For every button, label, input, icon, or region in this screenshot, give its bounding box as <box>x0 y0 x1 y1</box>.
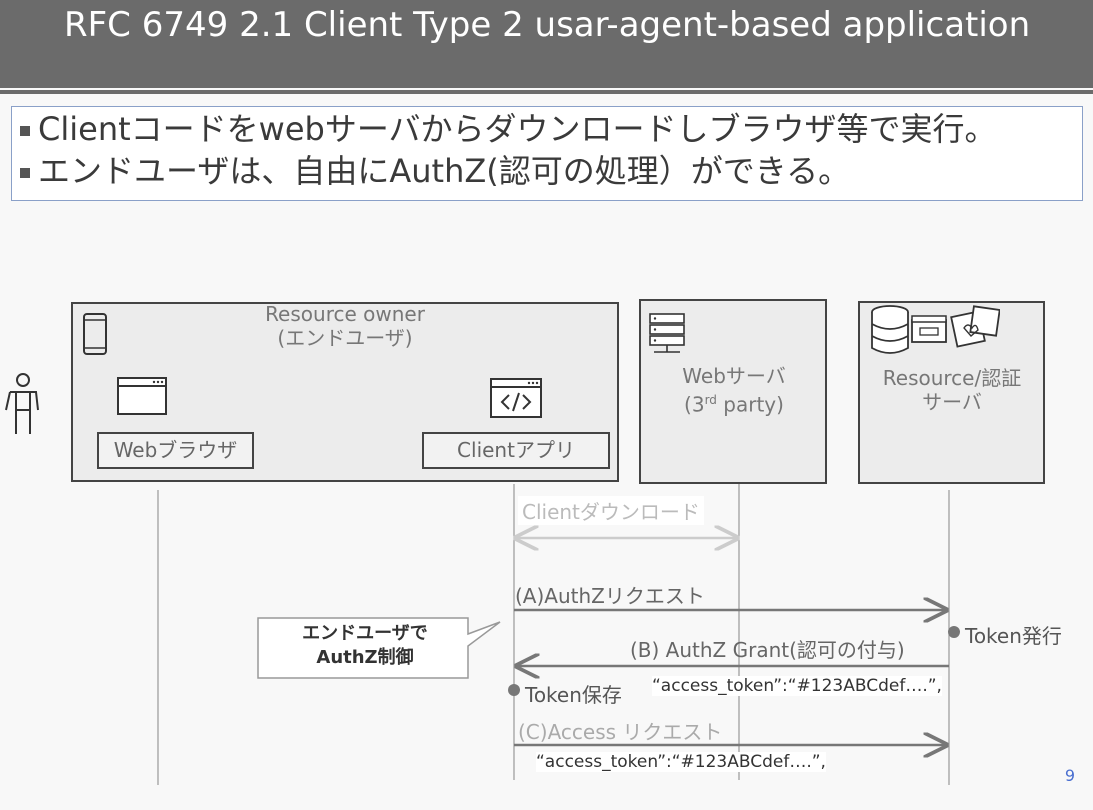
callout-line2: AuthZ制御 <box>316 647 414 668</box>
access-token-b: “access_token”:“#123ABCdef….”, <box>652 676 942 696</box>
token-save-dot <box>508 684 520 696</box>
download-label: Clientダウンロード <box>518 496 704 525</box>
message-a-label: (A)AuthZリクエスト <box>515 584 705 608</box>
callout-line1: エンドユーザで <box>302 623 428 644</box>
token-issue-dot <box>948 626 960 638</box>
token-issue-label: Token発行 <box>965 624 1062 648</box>
access-token-c: “access_token”:“#123ABCdef….”, <box>536 752 826 772</box>
token-save-label: Token保存 <box>525 683 622 707</box>
callout-text: エンドユーザで AuthZ制御 <box>262 622 468 670</box>
page-number: 9 <box>1064 766 1075 785</box>
message-b-label: (B) AuthZ Grant(認可の付与) <box>630 638 905 662</box>
message-c-label: (C)Access リクエスト <box>518 720 723 744</box>
